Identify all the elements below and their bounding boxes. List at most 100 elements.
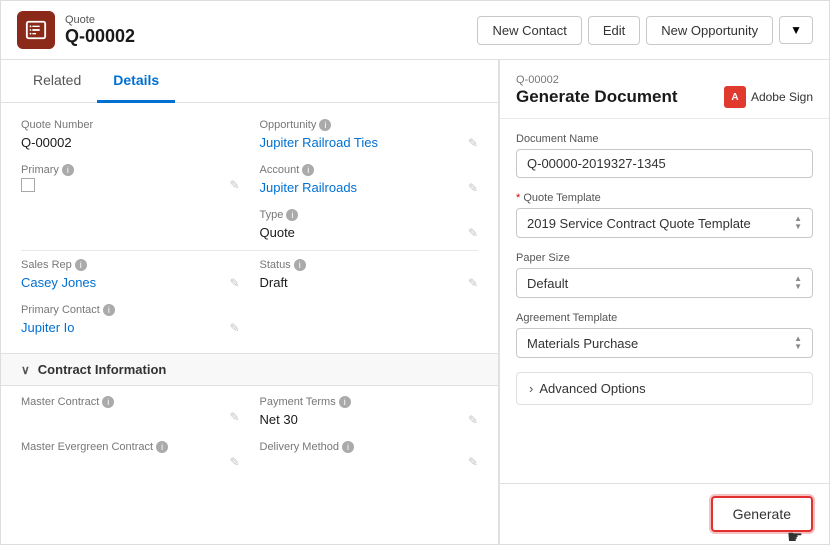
quote-template-select[interactable]: 2019 Service Contract Quote Template ▲ ▼ — [516, 208, 813, 238]
delivery-method-label: Delivery Method i — [260, 441, 479, 453]
generate-button[interactable]: Generate ☛ — [711, 496, 813, 532]
page-header: Quote Q-00002 New Contact Edit New Oppor… — [1, 1, 829, 60]
header-actions: New Contact Edit New Opportunity ▼ — [477, 16, 813, 45]
field-payment-terms: Payment Terms i Net 30 ✎ — [260, 396, 479, 429]
field-opportunity: Opportunity i Jupiter Railroad Ties ✎ — [260, 119, 479, 152]
header-label: Quote — [65, 14, 135, 26]
type-value: Quote — [260, 223, 295, 242]
rfield-doc-name: Document Name — [516, 133, 813, 178]
primary-contact-info-icon: i — [103, 304, 115, 316]
rfield-paper-size: Paper Size Default ▲ ▼ — [516, 252, 813, 298]
rfield-agreement-template: Agreement Template Materials Purchase ▲ … — [516, 312, 813, 358]
delivery-method-edit-icon[interactable]: ✎ — [468, 455, 478, 469]
field-master-evergreen: Master Evergreen Contract i ✎ — [21, 441, 240, 469]
account-edit-icon[interactable]: ✎ — [468, 181, 478, 195]
quote-template-value: 2019 Service Contract Quote Template — [527, 216, 751, 231]
paper-size-arrows: ▲ ▼ — [794, 275, 802, 291]
quote-icon — [17, 11, 55, 49]
master-contract-edit-icon[interactable]: ✎ — [229, 410, 239, 424]
field-status: Status i Draft ✎ — [260, 259, 479, 292]
account-value[interactable]: Jupiter Railroads — [260, 178, 358, 197]
master-contract-info-icon: i — [102, 396, 114, 408]
doc-name-input[interactable] — [516, 149, 813, 178]
status-row: Draft ✎ — [260, 273, 479, 292]
opportunity-value[interactable]: Jupiter Railroad Ties — [260, 133, 379, 152]
form-grid-bottom: Master Contract i ✎ Payment Terms i — [1, 386, 498, 479]
quote-number-value: Q-00002 — [21, 133, 72, 152]
opportunity-edit-icon[interactable]: ✎ — [468, 136, 478, 150]
master-evergreen-label: Master Evergreen Contract i — [21, 441, 240, 453]
payment-terms-info-icon: i — [339, 396, 351, 408]
field-type: Type i Quote ✎ — [260, 209, 479, 242]
right-panel-sub: Q-00002 — [516, 74, 813, 86]
master-contract-label: Master Contract i — [21, 396, 240, 408]
adobe-sign-label: Adobe Sign — [751, 90, 813, 104]
right-panel: Q-00002 Generate Document A Adobe Sign D… — [499, 60, 829, 544]
opportunity-info-icon: i — [319, 119, 331, 131]
form-grid-top: Quote Number Q-00002 Opportunity i Jupit… — [21, 119, 478, 242]
agreement-template-label: Agreement Template — [516, 312, 813, 324]
page-body: Related Details Quote Number Q-00002 — [1, 60, 829, 544]
field-primary: Primary i ✎ — [21, 164, 240, 197]
tabs: Related Details — [1, 60, 498, 103]
master-evergreen-row: ✎ — [21, 455, 240, 469]
adobe-icon: A — [724, 86, 746, 108]
status-edit-icon[interactable]: ✎ — [468, 276, 478, 290]
sales-rep-value[interactable]: Casey Jones — [21, 273, 96, 292]
status-label: Status i — [260, 259, 479, 271]
status-value: Draft — [260, 273, 288, 292]
field-delivery-method: Delivery Method i ✎ — [260, 441, 479, 469]
contract-section-label: Contract Information — [38, 362, 167, 377]
master-contract-row: ✎ — [21, 410, 240, 424]
dropdown-button[interactable]: ▼ — [779, 16, 813, 44]
primary-info-icon: i — [62, 164, 74, 176]
primary-checkbox[interactable] — [21, 178, 35, 192]
agreement-template-select[interactable]: Materials Purchase ▲ ▼ — [516, 328, 813, 358]
header-left: Quote Q-00002 — [17, 11, 135, 49]
payment-terms-edit-icon[interactable]: ✎ — [468, 413, 478, 427]
payment-terms-value: Net 30 — [260, 410, 298, 429]
type-edit-icon[interactable]: ✎ — [468, 226, 478, 240]
primary-contact-row: Jupiter Io ✎ — [21, 318, 240, 337]
contract-chevron-icon: ∨ — [21, 363, 30, 377]
right-panel-footer: Generate ☛ — [500, 483, 829, 544]
account-label: Account i — [260, 164, 479, 176]
advanced-options-label: Advanced Options — [539, 381, 645, 396]
new-opportunity-button[interactable]: New Opportunity — [646, 16, 773, 45]
quote-template-arrows: ▲ ▼ — [794, 215, 802, 231]
advanced-options[interactable]: › Advanced Options — [516, 372, 813, 405]
sales-rep-info-icon: i — [75, 259, 87, 271]
opportunity-row: Jupiter Railroad Ties ✎ — [260, 133, 479, 152]
quote-number-label: Quote Number — [21, 119, 240, 131]
agreement-template-arrows: ▲ ▼ — [794, 335, 802, 351]
new-contact-button[interactable]: New Contact — [477, 16, 581, 45]
sales-rep-label: Sales Rep i — [21, 259, 240, 271]
status-info-icon: i — [294, 259, 306, 271]
field-empty — [21, 209, 240, 242]
sales-rep-edit-icon[interactable]: ✎ — [229, 276, 239, 290]
right-panel-body: Document Name * Quote Template 2019 Serv… — [500, 119, 829, 483]
tab-related[interactable]: Related — [17, 60, 97, 103]
paper-size-label: Paper Size — [516, 252, 813, 264]
primary-row: ✎ — [21, 178, 240, 192]
edit-button[interactable]: Edit — [588, 16, 640, 45]
tab-details[interactable]: Details — [97, 60, 175, 103]
agreement-template-value: Materials Purchase — [527, 336, 638, 351]
primary-edit-icon[interactable]: ✎ — [229, 178, 239, 192]
sales-rep-row: Casey Jones ✎ — [21, 273, 240, 292]
paper-size-value: Default — [527, 276, 568, 291]
type-info-icon: i — [286, 209, 298, 221]
type-row: Quote ✎ — [260, 223, 479, 242]
paper-size-select[interactable]: Default ▲ ▼ — [516, 268, 813, 298]
master-evergreen-edit-icon[interactable]: ✎ — [229, 455, 239, 469]
right-panel-title-row: Generate Document A Adobe Sign — [516, 86, 813, 108]
quote-number-row: Q-00002 — [21, 133, 240, 152]
adobe-sign-branding: A Adobe Sign — [724, 86, 813, 108]
quote-template-label: * Quote Template — [516, 192, 813, 204]
account-row: Jupiter Railroads ✎ — [260, 178, 479, 197]
primary-contact-value[interactable]: Jupiter Io — [21, 318, 74, 337]
advanced-options-chevron-icon: › — [529, 381, 533, 396]
contract-information-section[interactable]: ∨ Contract Information — [1, 353, 498, 386]
primary-contact-edit-icon[interactable]: ✎ — [229, 321, 239, 335]
cursor-icon: ☛ — [787, 527, 803, 544]
